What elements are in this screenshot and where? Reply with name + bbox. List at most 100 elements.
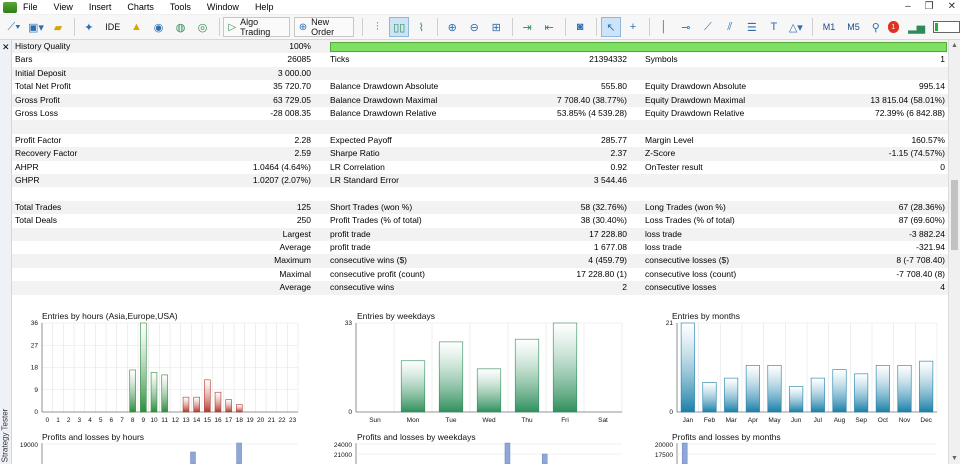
x-tick-label: 7 [120,417,124,424]
chart-bar [919,360,934,413]
report-value: 1.0464 (4.64%) [252,161,311,172]
vps-icon[interactable]: ◍ [171,17,191,37]
screenshot-icon[interactable]: ◙ [570,17,590,37]
report-value: 2.59 [294,148,311,159]
line-chart-icon[interactable]: ⌇ [411,17,431,37]
menu-tools[interactable]: Tools [170,2,191,12]
shapes-icon[interactable]: △▾ [786,17,806,37]
menu-charts[interactable]: Charts [127,2,154,12]
report-value: 160.57% [911,134,945,145]
scroll-down-icon[interactable]: ▼ [951,455,958,462]
channel-icon[interactable]: ⫽ [720,17,740,37]
ide-button[interactable]: IDE [101,17,125,37]
x-tick-label: May [768,417,781,424]
new-order-button[interactable]: ⊕ New Order [293,17,355,37]
trendline-icon[interactable]: ⟋ [698,17,718,37]
y-tick-label: 21000 [334,452,352,459]
menu-window[interactable]: Window [207,2,239,12]
history-quality-bar [330,42,947,52]
chart-type-icon[interactable]: ⟋▾ [4,17,24,37]
report-value: 17 228.80 [589,228,627,239]
chart-title: Profits and losses by weekdays [357,432,476,442]
minimize-icon[interactable]: – [905,1,911,12]
battery-icon [932,21,960,33]
horizontal-line-icon[interactable]: ⊸ [676,17,696,37]
scroll-up-icon[interactable]: ▲ [951,42,958,49]
chart-bar [897,365,912,413]
x-tick-label: 21 [268,417,276,424]
crosshair-icon[interactable]: + [623,17,643,37]
algo-trading-button[interactable]: ▷ Algo Trading [223,17,290,37]
chart-title: Profits and losses by hours [42,432,145,442]
fibonacci-icon[interactable]: ☰ [742,17,762,37]
report-value: 2.37 [610,148,627,159]
bar-chart-icon[interactable]: ⫶ [367,17,387,37]
chart-bar [236,404,243,413]
chart-shift-icon[interactable]: ⇤ [539,17,559,37]
y-tick-label: 19000 [20,442,38,449]
report-value: 4 [940,282,945,293]
y-tick-label: 0 [348,409,352,416]
tile-windows-icon[interactable]: ⊞ [486,17,506,37]
report-value: 995.14 [919,81,945,92]
report-row: Gross Loss -28 008.35 Balance Drawdown Rel… [12,107,948,120]
y-tick-label: 20000 [655,442,673,449]
report-value: 72.39% (6 842.88) [875,108,945,118]
entries-chart: 0 33 Sun Mon Tue Wed Thu Fri Sat [345,320,623,424]
x-tick-label: 2 [67,417,71,424]
signal-icon[interactable]: ◉ [149,17,169,37]
x-tick-label: 3 [78,417,82,424]
report-row: Maximum consecutive wins ($) 4 (459.79) con… [12,254,948,268]
zoom-in-icon[interactable]: ⊕ [442,17,462,37]
chart-bar [476,368,502,413]
chart-bar [438,341,464,413]
close-panel-icon[interactable]: ✕ [2,42,10,53]
chart-title: Entries by weekdays [357,311,435,321]
timeframe-m1[interactable]: M1 [823,22,836,32]
report-row: Gross Profit 63 729.05 Balance Drawdown Ma… [12,93,948,107]
candlestick-icon[interactable]: ▯▯ [389,17,410,37]
report-row: Profit Factor 2.28 Expected Payoff 285.77 Ma… [12,134,948,147]
report-row [12,120,948,134]
play-icon: ▷ [228,21,237,33]
x-tick-label: 1 [56,417,60,424]
x-tick-label: 12 [172,417,180,424]
cursor-icon[interactable]: ↖ [600,17,621,37]
close-icon[interactable]: ✕ [948,1,956,12]
app-logo-icon [3,1,17,13]
community-icon[interactable]: ◎ [193,17,213,37]
chart-bar [875,365,890,413]
templates-icon[interactable]: ▣▾ [26,17,46,37]
restore-icon[interactable]: ❐ [925,1,934,12]
chart-bar [514,338,540,413]
signal-strength-icon: ▂▅ [908,21,926,34]
search-icon[interactable]: ⚲ [866,17,886,37]
x-tick-label: 16 [214,417,222,424]
shopping-bag-icon[interactable]: ▲ [127,17,147,37]
text-icon[interactable]: T [764,17,784,37]
autoscroll-icon[interactable]: ⇥ [517,17,537,37]
menu-insert[interactable]: Insert [89,2,112,12]
report-row: Recovery Factor 2.59 Sharpe Ratio 2.37 Z-Sco… [12,147,948,161]
navigator-icon[interactable]: ✦ [79,17,99,37]
chart-bar [400,360,426,413]
report-value: 8 (-7 708.40) [896,255,945,266]
menu-file[interactable]: File [23,2,38,12]
vertical-scrollbar[interactable]: ▲ ▼ [948,40,960,464]
chart-bar [150,372,158,413]
vertical-line-icon[interactable]: │ [654,17,674,37]
report-value: 7 708.40 (38.77%) [557,94,627,105]
entries-chart: 0 21 Jan Feb Mar Apr May Jun Jul Aug Sep Oct Nov Dec [666,320,938,424]
timeframe-m5[interactable]: M5 [847,22,860,32]
report-row: GHPR 1.0207 (2.07%) LR Standard Error 3 544… [12,174,948,188]
menu-help[interactable]: Help [255,2,274,12]
scrollbar-thumb[interactable] [951,180,958,250]
zoom-out-icon[interactable]: ⊖ [464,17,484,37]
notifications-badge[interactable]: 1 [887,21,899,33]
profiles-icon[interactable]: ▰ [48,17,68,37]
menu-view[interactable]: View [54,2,73,12]
report-value: Maximal [279,268,311,279]
x-tick-label: Wed [482,417,496,424]
x-tick-label: 18 [236,417,244,424]
entries-chart: 091827360 1 2 3 4 5 6 7 8 9 10 11 12 13 14 15 16 17 18 19 20… [31,320,299,424]
